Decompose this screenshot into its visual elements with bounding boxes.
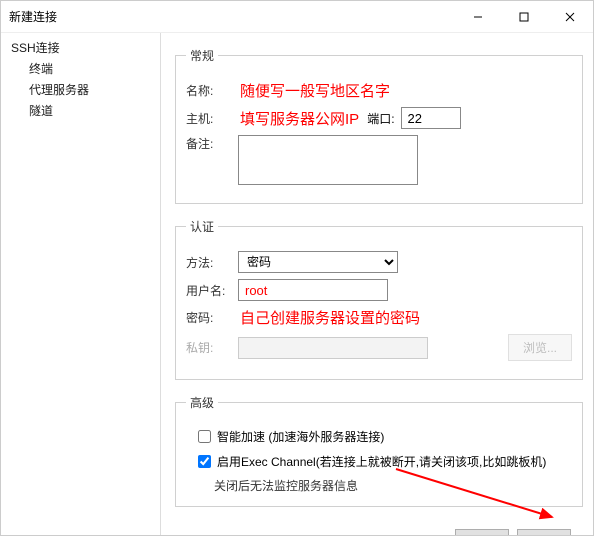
- group-auth-legend: 认证: [186, 218, 218, 235]
- main-panel: 常规 名称: 随便写一般写地区名字 主机: 填写服务器公网IP 端口: 备注: …: [161, 33, 593, 535]
- minimize-button[interactable]: [455, 1, 501, 33]
- group-auth: 认证 方法: 密码 用户名: 密码: 自己创建服务器设置的密码 私钥:: [175, 218, 583, 380]
- name-label: 名称:: [186, 82, 238, 99]
- ok-button[interactable]: 确定: [455, 529, 509, 535]
- memo-label: 备注:: [186, 135, 238, 152]
- annotation-arrow-icon: [392, 465, 562, 525]
- close-button[interactable]: [547, 1, 593, 33]
- accel-label: 智能加速 (加速海外服务器连接): [217, 428, 384, 445]
- group-general: 常规 名称: 随便写一般写地区名字 主机: 填写服务器公网IP 端口: 备注:: [175, 47, 583, 204]
- method-label: 方法:: [186, 254, 238, 271]
- sidebar-item-terminal[interactable]: 终端: [1, 58, 160, 79]
- host-label: 主机:: [186, 110, 238, 127]
- sidebar-item-proxy[interactable]: 代理服务器: [1, 79, 160, 100]
- privatekey-label: 私钥:: [186, 339, 238, 356]
- sidebar-item-tunnel[interactable]: 隧道: [1, 100, 160, 121]
- method-select[interactable]: 密码: [238, 251, 398, 273]
- username-input[interactable]: [238, 279, 388, 301]
- footer-annotation: 填写好点确定: [341, 532, 431, 535]
- port-input[interactable]: [401, 107, 461, 129]
- name-annotation: 随便写一般写地区名字: [240, 80, 390, 101]
- memo-input[interactable]: [238, 135, 418, 185]
- exec-checkbox[interactable]: [198, 455, 211, 468]
- accel-checkbox[interactable]: [198, 430, 211, 443]
- titlebar: 新建连接: [1, 1, 593, 33]
- sidebar-root-ssh[interactable]: SSH连接: [1, 37, 160, 58]
- port-label: 端口:: [367, 110, 394, 127]
- cancel-button[interactable]: 取消: [517, 529, 571, 535]
- window-title: 新建连接: [9, 8, 455, 25]
- group-general-legend: 常规: [186, 47, 218, 64]
- sidebar: SSH连接 终端 代理服务器 隧道: [1, 33, 161, 535]
- browse-button: 浏览...: [508, 334, 572, 361]
- exec-note: 关闭后无法监控服务器信息: [214, 477, 572, 494]
- privatekey-input: [238, 337, 428, 359]
- group-advanced-legend: 高级: [186, 394, 218, 411]
- username-label: 用户名:: [186, 282, 238, 299]
- password-label: 密码:: [186, 309, 238, 326]
- group-advanced: 高级 智能加速 (加速海外服务器连接) 启用Exec Channel(若连接上就…: [175, 394, 583, 507]
- exec-label: 启用Exec Channel(若连接上就被断开,请关闭该项,比如跳板机): [217, 453, 546, 470]
- host-annotation: 填写服务器公网IP: [240, 108, 359, 129]
- footer: CSDN @zf528 填写好点确定 确定 取消: [175, 521, 583, 535]
- password-annotation: 自己创建服务器设置的密码: [240, 307, 420, 328]
- maximize-button[interactable]: [501, 1, 547, 33]
